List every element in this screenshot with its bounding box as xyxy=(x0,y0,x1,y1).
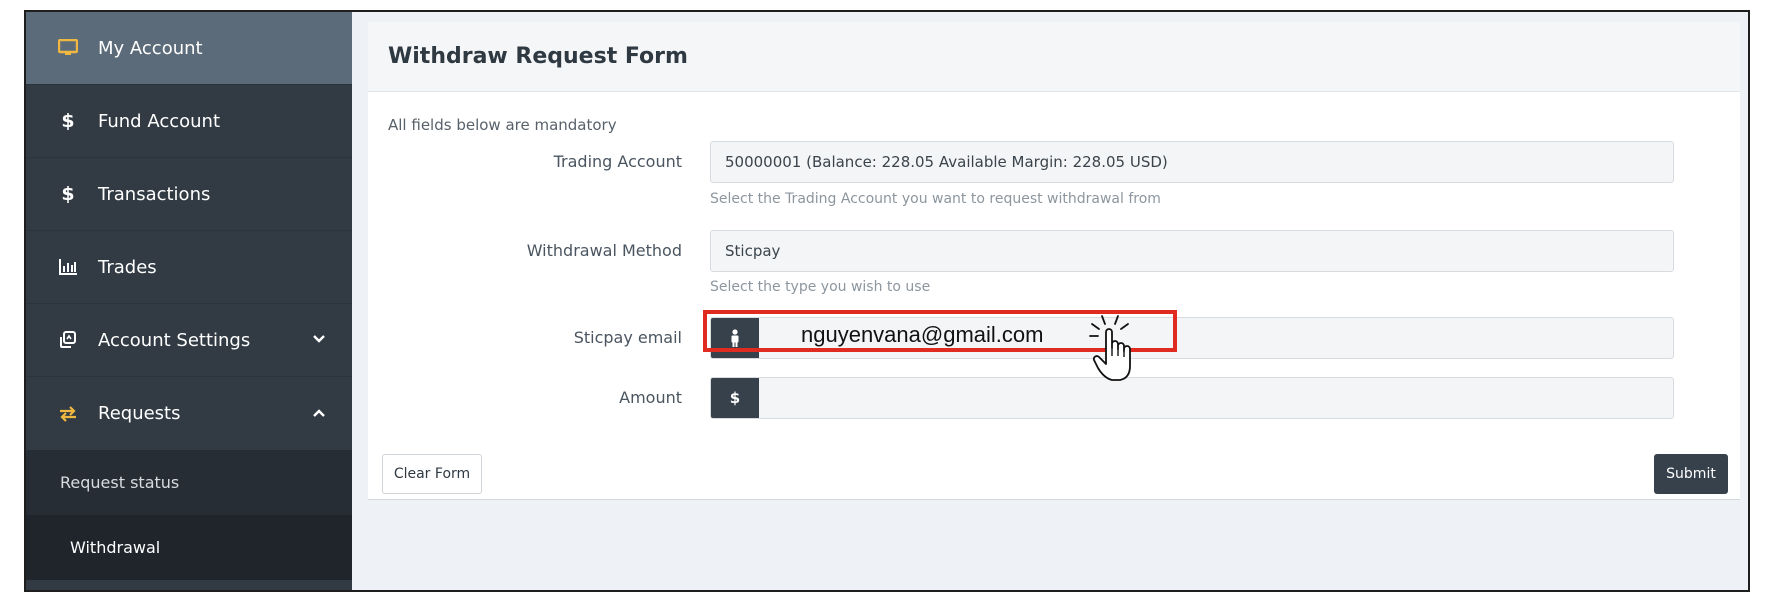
sidebar-item-label: Trades xyxy=(98,256,157,278)
dollar-icon: $ xyxy=(61,110,75,132)
submit-button[interactable]: Submit xyxy=(1654,454,1728,494)
chevron-down-icon xyxy=(312,332,330,348)
dollar-addon: $ xyxy=(711,378,759,418)
sidebar: My Account $ Fund Account $ Transactions… xyxy=(26,12,352,590)
sidebar-item-my-account[interactable]: My Account xyxy=(26,12,352,85)
sidebar-item-transactions[interactable]: $ Transactions xyxy=(26,158,352,231)
sidebar-item-requests[interactable]: Requests xyxy=(26,377,352,450)
mandatory-note: All fields below are mandatory xyxy=(388,116,617,134)
trading-account-select[interactable]: 50000001 (Balance: 228.05 Available Marg… xyxy=(710,141,1674,183)
main-content: Withdraw Request Form All fields below a… xyxy=(352,12,1748,590)
monitor-icon xyxy=(54,39,82,57)
bar-chart-icon xyxy=(54,259,82,275)
trading-account-value: 50000001 (Balance: 228.05 Available Marg… xyxy=(725,153,1168,171)
withdrawal-method-value: Sticpay xyxy=(725,242,781,260)
sidebar-item-account-settings[interactable]: Account Settings xyxy=(26,304,352,377)
hand-cursor-icon xyxy=(1089,315,1131,381)
withdraw-form-card: Withdraw Request Form All fields below a… xyxy=(368,22,1740,500)
sidebar-subitem-request-status[interactable]: Request status xyxy=(26,450,352,515)
withdrawal-method-select[interactable]: Sticpay xyxy=(710,230,1674,272)
sidebar-item-fund-account[interactable]: $ Fund Account xyxy=(26,85,352,158)
sidebar-item-label: Requests xyxy=(98,403,181,424)
sidebar-subitem-withdrawal[interactable]: Withdrawal xyxy=(26,515,352,580)
sidebar-item-label: Fund Account xyxy=(98,110,221,132)
page-title: Withdraw Request Form xyxy=(388,44,688,69)
chevron-up-icon xyxy=(312,406,330,422)
sidebar-item-trades[interactable]: Trades xyxy=(26,231,352,304)
amount-field[interactable]: $ xyxy=(710,377,1674,419)
sticpay-email-label: Sticpay email xyxy=(573,328,682,347)
trading-account-label: Trading Account xyxy=(553,152,682,171)
app-frame: My Account $ Fund Account $ Transactions… xyxy=(24,10,1750,592)
amount-label: Amount xyxy=(619,388,682,407)
sticpay-email-field[interactable]: nguyenvana@gmail.com xyxy=(703,310,1674,359)
sidebar-item-label: Account Settings xyxy=(98,329,251,351)
clear-form-button[interactable]: Clear Form xyxy=(382,454,482,494)
sidebar-item-label: My Account xyxy=(98,37,203,59)
withdrawal-method-help: Select the type you wish to use xyxy=(710,279,931,295)
trading-account-help: Select the Trading Account you want to r… xyxy=(710,191,1161,207)
sidebar-submenu: Request status Withdrawal xyxy=(26,450,352,580)
copy-settings-icon xyxy=(54,330,82,350)
swap-arrows-icon xyxy=(54,405,82,422)
dollar-icon: $ xyxy=(61,183,75,205)
sidebar-item-label: Transactions xyxy=(98,183,211,205)
card-header: Withdraw Request Form xyxy=(368,22,1740,92)
withdrawal-method-label: Withdrawal Method xyxy=(526,241,682,260)
